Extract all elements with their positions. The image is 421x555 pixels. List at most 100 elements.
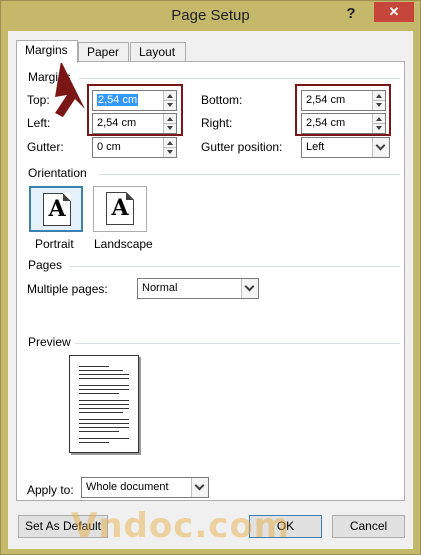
multiple-pages-select[interactable]: Normal: [137, 278, 259, 299]
spin-down-icon[interactable]: [167, 103, 173, 107]
margins-tab-panel: Margins Top: 2,54 cm Left: 2,54 cm Gutte…: [16, 61, 405, 501]
spin-up-icon[interactable]: [167, 117, 173, 121]
gutter-label: Gutter:: [27, 140, 64, 154]
preview-line: [79, 385, 129, 386]
preview-line: [79, 404, 129, 405]
spin-divider: [164, 100, 176, 101]
spin-divider: [373, 123, 385, 124]
margins-divider: [79, 78, 400, 79]
left-margin-value[interactable]: 2,54 cm: [97, 117, 136, 129]
gutter-spin-arrows[interactable]: [163, 138, 176, 157]
tab-layout[interactable]: Layout: [130, 42, 186, 62]
bottom-margin-value[interactable]: 2,54 cm: [306, 94, 345, 106]
preview-line: [79, 431, 119, 432]
left-label: Left:: [27, 116, 50, 130]
top-margin-value[interactable]: 2,54 cm: [97, 94, 139, 106]
title-bar: Page Setup ? ✕: [1, 1, 420, 31]
landscape-page-icon[interactable]: A: [106, 192, 134, 225]
pages-divider: [69, 266, 400, 267]
portrait-label[interactable]: Portrait: [35, 237, 74, 251]
preview-line: [79, 370, 123, 371]
preview-line: [79, 378, 129, 379]
spin-divider: [373, 100, 385, 101]
spin-up-icon[interactable]: [167, 141, 173, 145]
gutter-spinner[interactable]: 0 cm: [92, 137, 177, 158]
gutter-position-select[interactable]: Left: [301, 137, 390, 158]
preview-group-label: Preview: [28, 335, 71, 349]
chevron-down-icon[interactable]: [375, 140, 386, 151]
dialog-client: Margins Paper Layout Margins Top: 2,54 c…: [8, 31, 413, 549]
apply-to-label: Apply to:: [27, 483, 74, 497]
right-margin-spinner[interactable]: 2,54 cm: [301, 113, 386, 134]
tab-margins[interactable]: Margins: [16, 40, 78, 63]
top-spin-arrows[interactable]: [163, 91, 176, 110]
top-margin-spinner[interactable]: 2,54 cm: [92, 90, 177, 111]
multiple-pages-dropdown[interactable]: [241, 279, 258, 298]
pages-group-label: Pages: [28, 258, 63, 272]
multiple-pages-value[interactable]: Normal: [142, 282, 177, 294]
right-label: Right:: [201, 116, 232, 130]
bottom-label-text: Bottom:: [201, 93, 243, 107]
right-label-text: Right:: [201, 116, 233, 130]
apply-to-dropdown[interactable]: [191, 478, 208, 497]
gutter-value[interactable]: 0 cm: [97, 141, 121, 153]
apply-to-select[interactable]: Whole document: [81, 477, 209, 498]
preview-line: [79, 400, 129, 401]
preview-page: [69, 355, 139, 453]
preview-line: [79, 438, 129, 439]
gutter-position-dropdown[interactable]: [372, 138, 389, 157]
spin-down-icon[interactable]: [167, 150, 173, 154]
spin-up-icon[interactable]: [376, 94, 382, 98]
gutter-label-text: Gutter:: [27, 140, 64, 154]
left-margin-spinner[interactable]: 2,54 cm: [92, 113, 177, 134]
landscape-label[interactable]: Landscape: [94, 237, 153, 251]
bottom-label: Bottom:: [201, 93, 242, 107]
orientation-group-label: Orientation: [28, 166, 87, 180]
left-spin-arrows[interactable]: [163, 114, 176, 133]
page-setup-dialog: Page Setup ? ✕ Margins Paper Layout Marg…: [0, 0, 421, 555]
spin-down-icon[interactable]: [376, 126, 382, 130]
gutter-position-label-text: Gutter position:: [201, 140, 283, 154]
apply-to-value[interactable]: Whole document: [86, 481, 169, 493]
preview-line: [79, 389, 129, 390]
preview-line: [79, 412, 123, 413]
preview-line: [79, 408, 129, 409]
spin-down-icon[interactable]: [167, 126, 173, 130]
preview-line: [79, 393, 119, 394]
spin-down-icon[interactable]: [376, 103, 382, 107]
portrait-page-icon[interactable]: A: [43, 193, 71, 226]
gutter-position-value[interactable]: Left: [306, 141, 324, 153]
spin-divider: [164, 123, 176, 124]
bottom-margin-spinner[interactable]: 2,54 cm: [301, 90, 386, 111]
preview-line: [79, 419, 129, 420]
spin-up-icon[interactable]: [376, 117, 382, 121]
cancel-button[interactable]: Cancel: [332, 515, 405, 538]
close-button[interactable]: ✕: [374, 2, 414, 22]
spin-up-icon[interactable]: [167, 94, 173, 98]
left-label-text: Left:: [27, 116, 51, 130]
preview-divider: [75, 343, 400, 344]
right-margin-value[interactable]: 2,54 cm: [306, 117, 345, 129]
preview-line: [79, 374, 129, 375]
bottom-spin-arrows[interactable]: [372, 91, 385, 110]
preview-line: [79, 366, 109, 367]
chevron-down-icon[interactable]: [194, 480, 205, 491]
gutter-position-label: Gutter position:: [201, 140, 282, 154]
tab-paper[interactable]: Paper: [78, 42, 129, 62]
right-spin-arrows[interactable]: [372, 114, 385, 133]
preview-line: [79, 427, 129, 428]
landscape-button[interactable]: A: [93, 186, 147, 232]
ok-button[interactable]: OK: [249, 515, 322, 538]
chevron-down-icon[interactable]: [244, 281, 255, 292]
preview-line: [79, 423, 129, 424]
margins-group-label: Margins: [28, 70, 71, 84]
spin-divider: [164, 147, 176, 148]
help-button[interactable]: ?: [342, 5, 360, 25]
multiple-pages-label: Multiple pages:: [27, 282, 108, 296]
portrait-button[interactable]: A: [29, 186, 83, 232]
preview-line: [79, 442, 109, 443]
top-label-text: Top:: [27, 93, 50, 107]
top-label: Top:: [27, 93, 50, 107]
orientation-divider: [99, 174, 400, 175]
set-as-default-button[interactable]: Set As Default: [18, 515, 108, 538]
